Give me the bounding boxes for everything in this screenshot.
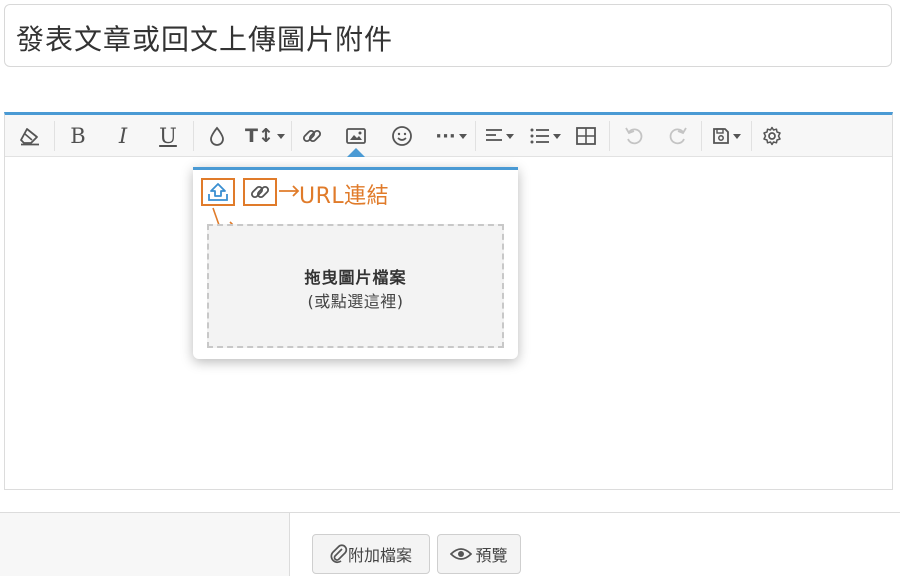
clear-format-icon[interactable] <box>13 119 47 153</box>
annotation-arrow-right <box>279 185 300 197</box>
image-url-button[interactable] <box>243 178 277 206</box>
upload-image-button[interactable] <box>201 178 235 206</box>
dropzone-title: 拖曳圖片檔案 <box>304 268 407 287</box>
bold-icon[interactable]: B <box>61 119 95 153</box>
link-icon <box>250 185 270 199</box>
preview-label: 預覽 <box>475 546 508 565</box>
upload-icon <box>208 183 228 201</box>
editor-toolbar: B I U T↕ ··· <box>5 115 892 157</box>
underline-icon[interactable]: U <box>151 119 185 153</box>
image-insert-popup: URL連結 拖曳圖片檔案 (或點選這裡) <box>193 167 518 359</box>
toolbar-divider <box>475 121 476 151</box>
paperclip-icon <box>330 544 348 564</box>
settings-icon[interactable] <box>755 119 789 153</box>
toolbar-divider <box>54 121 55 151</box>
toolbar-divider <box>193 121 194 151</box>
italic-icon[interactable]: I <box>106 119 140 153</box>
attach-files-label: 附加檔案 <box>347 546 412 565</box>
annotation-url-label: URL連結 <box>299 184 390 209</box>
footer-left-panel <box>0 513 290 576</box>
thread-title-field[interactable]: 發表文章或回文上傳圖片附件 <box>4 4 892 67</box>
list-icon[interactable] <box>525 119 565 153</box>
thread-title-value[interactable]: 發表文章或回文上傳圖片附件 <box>16 18 393 58</box>
editor-footer: 附加檔案 預覽 <box>0 512 900 576</box>
text-color-icon[interactable] <box>200 119 234 153</box>
toolbar-divider <box>751 121 752 151</box>
image-dropzone[interactable]: 拖曳圖片檔案 (或點選這裡) <box>207 224 504 348</box>
toolbar-divider <box>609 121 610 151</box>
redo-icon[interactable] <box>661 119 695 153</box>
insert-emoji-icon[interactable] <box>385 119 419 153</box>
more-options-icon[interactable]: ··· <box>429 119 473 153</box>
align-icon[interactable] <box>479 119 519 153</box>
insert-link-icon[interactable] <box>295 119 329 153</box>
eye-icon <box>450 548 473 560</box>
preview-button[interactable]: 預覽 <box>437 534 521 574</box>
toolbar-divider <box>701 121 702 151</box>
save-draft-icon[interactable] <box>705 119 747 153</box>
popup-pointer <box>347 148 365 157</box>
font-size-icon[interactable]: T↕ <box>243 119 287 153</box>
attach-files-button[interactable]: 附加檔案 <box>312 534 430 574</box>
insert-table-icon[interactable] <box>569 119 603 153</box>
toolbar-divider <box>291 121 292 151</box>
dropzone-subtitle: (或點選這裡) <box>307 292 404 311</box>
undo-icon[interactable] <box>617 119 651 153</box>
